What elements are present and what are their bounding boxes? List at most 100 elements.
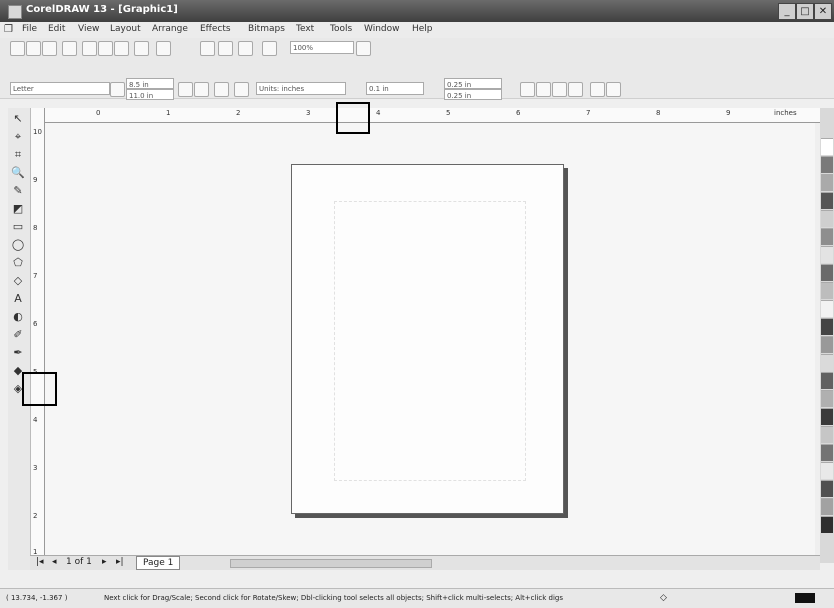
welcome-screen-icon[interactable] — [262, 41, 277, 56]
page-tab[interactable]: Page 1 — [136, 556, 181, 570]
horizontal-scrollbar[interactable] — [230, 559, 432, 568]
status-bar: ( 13.734, -1.367 ) Next click for Drag/S… — [0, 588, 834, 608]
nudge-offset-field[interactable]: 0.1 in — [366, 82, 424, 95]
crop-tool-icon[interactable]: ⌗ — [11, 148, 25, 162]
color-swatch[interactable] — [821, 444, 833, 461]
app-icon — [8, 5, 22, 19]
landscape-icon[interactable] — [194, 82, 209, 97]
current-page-icon[interactable] — [234, 82, 249, 97]
zoom-tool-icon[interactable]: 🔍 — [11, 166, 25, 180]
window-title: CorelDRAW 13 - [Graphic1] — [26, 4, 178, 15]
menu-view[interactable]: View — [78, 24, 99, 34]
color-swatch[interactable] — [821, 156, 833, 173]
text-tool-icon[interactable]: A — [11, 292, 25, 306]
menu-bitmaps[interactable]: Bitmaps — [248, 24, 285, 34]
color-swatch[interactable] — [821, 264, 833, 281]
new-icon[interactable] — [10, 41, 25, 56]
options-icon[interactable] — [606, 82, 621, 97]
color-swatch[interactable] — [821, 192, 833, 209]
color-swatch[interactable] — [821, 426, 833, 443]
color-swatch[interactable] — [821, 498, 833, 515]
outline-color-indicator — [795, 593, 815, 603]
restore-button[interactable]: □ — [796, 3, 814, 20]
application-launcher-icon[interactable] — [238, 41, 253, 56]
basic-shapes-tool-icon[interactable]: ◇ — [11, 274, 25, 288]
menu-arrange[interactable]: Arrange — [152, 24, 188, 34]
redo-icon[interactable] — [156, 41, 171, 56]
dynamic-guides-icon[interactable] — [568, 82, 583, 97]
paper-height-field[interactable]: 11.0 in — [126, 89, 174, 100]
paste-icon[interactable] — [114, 41, 129, 56]
menu-doc-icon[interactable]: ❐ — [4, 24, 13, 35]
undo-icon[interactable] — [134, 41, 149, 56]
ruler-tick: 9 — [726, 109, 731, 117]
all-pages-icon[interactable] — [214, 82, 229, 97]
drawing-page[interactable] — [291, 164, 564, 514]
print-icon[interactable] — [62, 41, 77, 56]
menu-window[interactable]: Window — [364, 24, 400, 34]
treat-as-filled-icon[interactable] — [590, 82, 605, 97]
color-swatch[interactable] — [821, 336, 833, 353]
last-page-icon[interactable]: ▸| — [116, 557, 124, 567]
horizontal-ruler[interactable]: 0 1 2 3 4 5 6 7 8 9 inches — [44, 108, 820, 123]
eyedropper-tool-icon[interactable]: ✐ — [11, 328, 25, 342]
zoom-levels-dropdown[interactable]: 100% — [290, 41, 354, 54]
minimize-button[interactable]: _ — [778, 3, 796, 20]
chevron-down-icon[interactable] — [356, 41, 371, 56]
menu-effects[interactable]: Effects — [200, 24, 231, 34]
color-swatch[interactable] — [821, 516, 833, 533]
color-swatch[interactable] — [821, 210, 833, 227]
duplicate-distance-y-field[interactable]: 0.25 in — [444, 89, 502, 100]
menu-file[interactable]: File — [22, 24, 37, 34]
rectangle-tool-icon[interactable]: ▭ — [11, 220, 25, 234]
export-icon[interactable] — [218, 41, 233, 56]
shape-tool-icon[interactable]: ⌖ — [11, 130, 25, 144]
color-swatch[interactable] — [821, 480, 833, 497]
color-swatch[interactable] — [821, 174, 833, 191]
color-swatch[interactable] — [821, 138, 833, 155]
close-button[interactable]: ✕ — [814, 3, 832, 20]
next-page-icon[interactable]: ▸ — [102, 557, 107, 567]
snap-to-objects-icon[interactable] — [552, 82, 567, 97]
open-icon[interactable] — [26, 41, 41, 56]
menu-layout[interactable]: Layout — [110, 24, 141, 34]
import-icon[interactable] — [200, 41, 215, 56]
color-swatch[interactable] — [821, 300, 833, 317]
ellipse-tool-icon[interactable]: ◯ — [11, 238, 25, 252]
color-swatch[interactable] — [821, 354, 833, 371]
copy-icon[interactable] — [98, 41, 113, 56]
portrait-icon[interactable] — [178, 82, 193, 97]
color-swatch[interactable] — [821, 390, 833, 407]
vertical-ruler[interactable]: 10 9 8 7 6 5 4 3 2 1 — [30, 108, 45, 570]
paper-width-field[interactable]: 8.5 in — [126, 78, 174, 89]
color-swatch[interactable] — [821, 408, 833, 425]
save-icon[interactable] — [42, 41, 57, 56]
interactive-blend-tool-icon[interactable]: ◐ — [11, 310, 25, 324]
first-page-icon[interactable]: |◂ — [36, 557, 44, 567]
menu-edit[interactable]: Edit — [48, 24, 65, 34]
chevron-down-icon[interactable] — [110, 82, 125, 97]
paper-type-dropdown[interactable]: Letter — [10, 82, 110, 95]
pick-tool-icon[interactable]: ↖ — [11, 112, 25, 126]
polygon-tool-icon[interactable]: ⬠ — [11, 256, 25, 270]
previous-page-icon[interactable]: ◂ — [52, 557, 57, 567]
color-swatch[interactable] — [821, 228, 833, 245]
color-swatch[interactable] — [821, 246, 833, 263]
ruler-tick: 6 — [33, 320, 38, 328]
snap-to-grid-icon[interactable] — [520, 82, 535, 97]
units-dropdown[interactable]: Units: inches — [256, 82, 346, 95]
menu-help[interactable]: Help — [412, 24, 433, 34]
outline-tool-icon[interactable]: ✒ — [11, 346, 25, 360]
color-swatch[interactable] — [821, 462, 833, 479]
menu-text[interactable]: Text — [296, 24, 314, 34]
snap-to-guidelines-icon[interactable] — [536, 82, 551, 97]
color-swatch[interactable] — [821, 372, 833, 389]
menu-tools[interactable]: Tools — [330, 24, 352, 34]
freehand-tool-icon[interactable]: ✎ — [11, 184, 25, 198]
color-swatch[interactable] — [821, 318, 833, 335]
highlight-box-ruler-left — [22, 372, 57, 406]
duplicate-distance-x-field[interactable]: 0.25 in — [444, 78, 502, 89]
smart-fill-tool-icon[interactable]: ◩ — [11, 202, 25, 216]
cut-icon[interactable] — [82, 41, 97, 56]
color-swatch[interactable] — [821, 282, 833, 299]
